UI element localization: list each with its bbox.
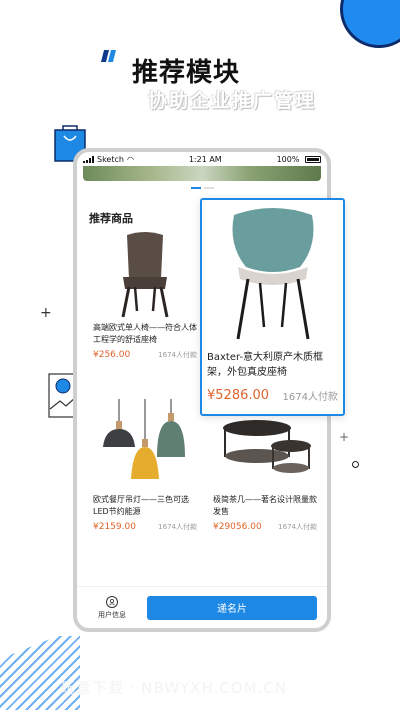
carrier-label: Sketch <box>97 154 124 164</box>
page-title: 推荐模块 <box>132 58 241 88</box>
product-name: 欧式餐厅吊灯——三色可选LED节约能源 <box>93 495 189 516</box>
lamp-image <box>103 399 185 479</box>
logo-icon <box>101 50 116 62</box>
featured-product-sales-count: 1674人付款 <box>282 392 338 403</box>
coffee-table-image <box>223 420 311 473</box>
product-image <box>202 200 343 350</box>
product-name: 极简茶几——著名设计限量款发售 <box>213 495 317 516</box>
featured-product-name: Baxter-意大利原产木质框架，外包真皮座椅 <box>207 352 324 378</box>
product-price: ¥2159.00 <box>93 522 136 532</box>
product-card[interactable]: 高端欧式单人椅——符合人体工程学的舒适座椅 ¥256.00 1674人付款 <box>89 226 201 360</box>
carousel-dot[interactable] <box>190 187 201 189</box>
featured-product-price: ¥5286.00 <box>207 388 270 403</box>
battery-icon <box>305 155 321 163</box>
product-price: ¥29056.00 <box>213 522 262 532</box>
product-price: ¥256.00 <box>93 350 131 360</box>
product-image <box>89 226 201 322</box>
status-bar: Sketch ◠ 1:21 AM 100% <box>77 152 327 166</box>
product-sales-count: 1674人付款 <box>158 351 197 359</box>
battery-label: 100% <box>276 154 300 164</box>
send-card-button[interactable]: 递名片 <box>147 595 317 620</box>
bottom-tab-bar: 用户信息 递名片 <box>77 586 327 628</box>
featured-product-card[interactable]: Baxter-意大利原产木质框架，外包真皮座椅 ¥5286.00 1674人付款 <box>200 198 345 416</box>
section-title: 推荐商品 <box>89 212 133 225</box>
decorative-circle <box>340 0 400 48</box>
product-name: 高端欧式单人椅——符合人体工程学的舒适座椅 <box>93 323 197 344</box>
carousel-dots <box>77 187 327 189</box>
plus-decoration-icon: + <box>40 305 52 321</box>
product-sales-count: 1674人付款 <box>158 523 197 531</box>
chair-image <box>121 232 169 318</box>
tab-user-info[interactable]: 用户信息 <box>87 595 137 620</box>
circle-decoration-icon <box>352 461 359 468</box>
page-subtitle: 协助企业推广管理 <box>148 90 317 112</box>
tab-user-label: 用户信息 <box>98 610 126 619</box>
product-image <box>89 398 201 494</box>
product-sales-count: 1674人付款 <box>278 523 317 531</box>
signal-icon <box>83 155 94 163</box>
clock: 1:21 AM <box>188 154 222 164</box>
user-icon <box>106 595 118 608</box>
armchair-image <box>232 208 313 340</box>
stripe-decoration <box>0 636 80 710</box>
watermark-text: 玩意下载 · NBWYXH.COM.CN <box>60 679 288 697</box>
banner-image[interactable] <box>83 166 321 181</box>
carousel-dot[interactable] <box>203 187 214 189</box>
product-card[interactable]: 极简茶几——著名设计限量款发售 ¥29056.00 1674人付款 <box>209 398 321 532</box>
wifi-icon: ◠ <box>126 154 134 164</box>
plus-decoration-icon: + <box>339 430 350 444</box>
product-card[interactable]: 欧式餐厅吊灯——三色可选LED节约能源 ¥2159.00 1674人付款 <box>89 398 201 532</box>
